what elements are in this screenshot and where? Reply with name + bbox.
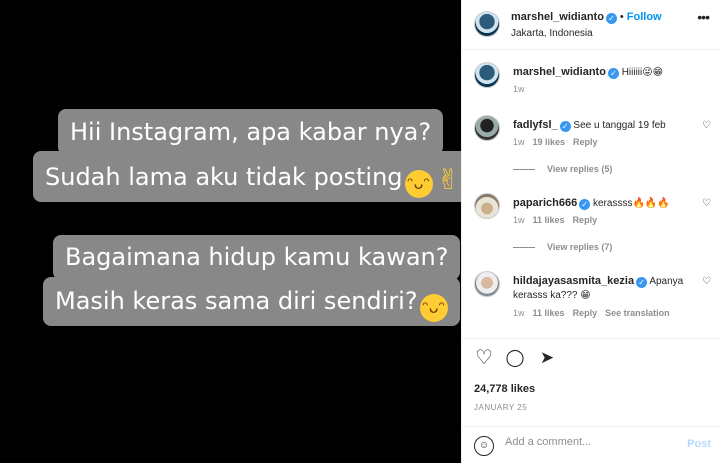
add-comment-bar: ☺ Post: [462, 426, 720, 463]
comment-likes[interactable]: 11 likes: [533, 215, 565, 225]
text-bubble-4: Masih keras sama diri sendiri? ᵔᴗᵔ: [43, 277, 460, 326]
comment-username[interactable]: hildajayasasmita_kezia: [513, 275, 634, 287]
comment-time[interactable]: 1w: [513, 215, 525, 225]
avatar[interactable]: [474, 62, 500, 88]
list-item: hildajayasasmita_kezia ✓ Apanya kerasss k…: [462, 271, 720, 323]
comment-like-icon[interactable]: ♡: [702, 198, 711, 209]
comment-meta: 1w 11 likes Reply: [513, 215, 605, 225]
text-bubble-3: Bagaimana hidup kamu kawan?: [53, 235, 461, 280]
caption-username[interactable]: marshel_widianto: [513, 66, 606, 78]
post-button[interactable]: Post: [687, 438, 711, 450]
verified-icon: ✓: [605, 13, 617, 24]
header-user-line: marshel_widianto ✓ • Follow: [511, 11, 662, 24]
comment-text: Apanya: [649, 276, 684, 287]
reply-button[interactable]: Reply: [573, 308, 598, 318]
comment-text-line: fadlyfsl_ ✓ See u tanggal 19 feb: [513, 118, 666, 133]
comment-text: kerassss🔥🔥🔥: [592, 198, 670, 209]
comment-likes[interactable]: 19 likes: [533, 137, 566, 147]
comment-text-continued: kerasss ka??? 😁: [513, 289, 591, 301]
grin-emoji-icon: ᵔᴗᵔ: [419, 294, 448, 322]
post-actions: ♡ ◯ ➤ 24,778 likes JANUARY 25: [462, 338, 720, 426]
caption: marshel_widianto ✓ Hiiiiii😜😁 1w: [462, 62, 720, 102]
emoji-icon[interactable]: ☺: [474, 436, 494, 456]
verified-icon: ✓: [579, 199, 591, 210]
view-replies-button[interactable]: View replies (7): [513, 242, 612, 252]
post-header: marshel_widianto ✓ • Follow Jakarta, Indone…: [462, 0, 720, 50]
comment-username[interactable]: paparich666: [513, 197, 577, 209]
list-item: fadlyfsl_ ✓ See u tanggal 19 feb 1w 19 lik…: [462, 115, 720, 175]
comment-text-line: hildajayasasmita_kezia ✓ Apanya kerasss k…: [513, 274, 683, 302]
comment-time[interactable]: 1w: [513, 308, 525, 318]
peace-hand-icon: ✌: [436, 163, 460, 196]
verified-icon: ✓: [559, 121, 571, 132]
location-link[interactable]: Jakarta, Indonesia: [511, 28, 593, 39]
comment-text: See u tanggal 19 feb: [573, 120, 666, 131]
share-icon[interactable]: ➤: [536, 347, 558, 369]
media-line-3: Bagaimana hidup kamu kawan?: [65, 243, 449, 271]
comment-like-icon[interactable]: ♡: [702, 120, 711, 131]
more-options-icon[interactable]: •••: [697, 9, 710, 25]
comment-input[interactable]: [505, 436, 675, 448]
follow-button[interactable]: Follow: [627, 11, 662, 23]
reply-button[interactable]: Reply: [573, 215, 598, 225]
grin-emoji-icon: ᵔᴗᵔ: [404, 170, 433, 198]
caption-text-line: marshel_widianto ✓ Hiiiiii😜😁: [513, 65, 663, 80]
list-item: paparich666 ✓ kerassss🔥🔥🔥 1w 11 likes Reply…: [462, 193, 720, 253]
comment-like-icon[interactable]: ♡: [702, 276, 711, 287]
see-translation-button[interactable]: See translation: [605, 308, 670, 318]
post-media[interactable]: Hii Instagram, apa kabar nya? Sudah lama…: [0, 0, 473, 463]
comment-meta: 1w 11 likes Reply See translation: [513, 308, 678, 318]
heart-icon[interactable]: ♡: [473, 347, 495, 369]
comment-username[interactable]: fadlyfsl_: [513, 119, 558, 131]
post-date[interactable]: JANUARY 25: [474, 403, 527, 412]
comment-text-line: paparich666 ✓ kerassss🔥🔥🔥: [513, 196, 670, 211]
media-line-4: Masih keras sama diri sendiri?: [55, 287, 418, 315]
comment-time[interactable]: 1w: [513, 137, 525, 147]
media-line-2: Sudah lama aku tidak posting: [45, 163, 403, 191]
text-bubble-1: Hii Instagram, apa kabar nya?: [58, 109, 444, 155]
avatar[interactable]: [474, 115, 500, 141]
comment-meta: 1w 19 likes Reply: [513, 137, 606, 147]
post-side-panel: marshel_widianto ✓ • Follow Jakarta, Indone…: [461, 0, 720, 463]
view-replies-button[interactable]: View replies (5): [513, 164, 612, 174]
comment-likes[interactable]: 11 likes: [533, 308, 565, 318]
separator-dot: •: [619, 11, 624, 23]
verified-icon: ✓: [607, 68, 619, 79]
avatar[interactable]: [474, 11, 500, 37]
text-bubble-2: Sudah lama aku tidak posting ᵔᴗᵔ ✌: [33, 151, 473, 202]
reply-button[interactable]: Reply: [573, 137, 598, 147]
caption-time[interactable]: 1w: [513, 84, 525, 94]
likes-count[interactable]: 24,778 likes: [474, 383, 535, 395]
avatar[interactable]: [474, 193, 500, 219]
verified-icon: ✓: [636, 277, 648, 288]
header-username[interactable]: marshel_widianto: [511, 11, 604, 23]
comment-icon[interactable]: ◯: [504, 347, 526, 369]
caption-meta: 1w: [513, 84, 533, 94]
media-line-1: Hii Instagram, apa kabar nya?: [70, 118, 432, 146]
avatar[interactable]: [474, 271, 500, 297]
caption-text: Hiiiiii😜😁: [621, 67, 664, 78]
